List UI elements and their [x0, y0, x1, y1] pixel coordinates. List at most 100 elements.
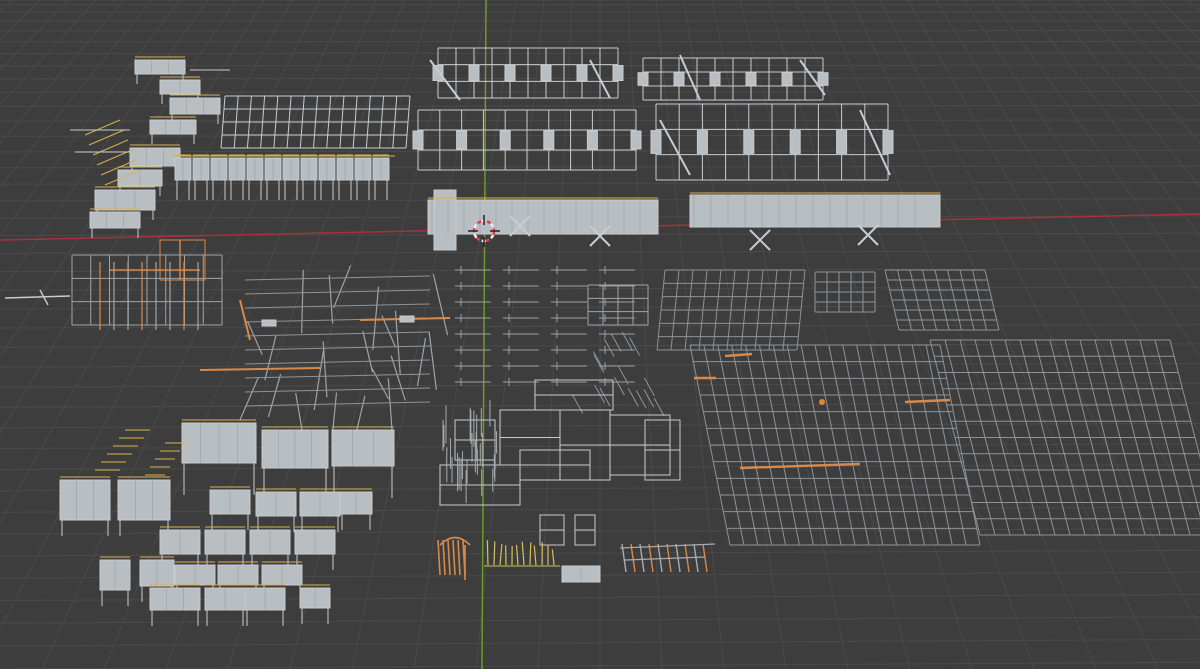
pipe-run [657, 543, 663, 573]
pipe-run [199, 367, 321, 371]
grid-line [1131, 0, 1200, 72]
pipe-run [301, 269, 304, 334]
support [613, 376, 625, 396]
pipe-run [416, 337, 427, 387]
pipe-run [428, 332, 437, 390]
rail-post [551, 549, 555, 566]
column-cap [499, 130, 511, 150]
pipe-run [624, 556, 706, 561]
platform-deck [149, 119, 197, 135]
platform-deck [169, 97, 221, 115]
pipe-run [244, 289, 431, 295]
grid-line [0, 0, 41, 41]
grid-line [795, 0, 1035, 669]
platform-deck [94, 189, 156, 211]
valve [399, 315, 415, 323]
grid-line [963, 0, 1200, 359]
support [572, 395, 584, 414]
rail-post [529, 542, 532, 566]
platform-deck [134, 59, 186, 75]
column-cap [882, 130, 894, 154]
column-cap [576, 65, 588, 81]
grid-line [879, 0, 1200, 631]
pipe-run [432, 274, 449, 336]
column-cap [817, 72, 829, 86]
grid-line [0, 0, 97, 106]
walkway-deck [433, 189, 457, 251]
grid-line [1159, 0, 1200, 41]
grid-line [907, 0, 1200, 524]
pipe-run [452, 539, 456, 576]
pipe-run [437, 539, 441, 576]
grid-line [823, 0, 1097, 669]
column-cap [745, 72, 757, 86]
grid-line [0, 0, 69, 72]
walkway-deck [689, 194, 941, 228]
platform-deck [129, 147, 181, 167]
column-cap [543, 130, 555, 150]
pipe-run [630, 543, 636, 573]
pipe-run [442, 539, 446, 576]
pipe-run [244, 359, 431, 365]
support [603, 338, 615, 357]
pipe-run [702, 543, 708, 573]
column-cap [540, 65, 552, 81]
column-cap [637, 72, 649, 86]
grid-line [0, 0, 13, 12]
pipe-run [244, 331, 431, 337]
pipe-run [267, 373, 282, 418]
pipe-run [904, 398, 951, 404]
grid-line [851, 0, 1159, 669]
pipe-run [648, 543, 654, 573]
rail-post [486, 540, 489, 566]
column-cap [743, 130, 755, 154]
support [593, 351, 604, 370]
walkway-deck [427, 199, 659, 235]
column-cap [836, 130, 848, 154]
grid-line [1047, 0, 1200, 188]
column-cap [709, 72, 721, 86]
platform-deck [149, 587, 201, 611]
pipe-run [313, 347, 325, 411]
grid-line [1019, 0, 1200, 237]
3d-viewport[interactable] [0, 0, 1200, 669]
grid-line [935, 0, 1200, 434]
stair-stringer [92, 139, 129, 156]
grating-grids-right[interactable] [656, 269, 1200, 546]
highlight-point [819, 399, 825, 405]
column-cap [586, 130, 598, 150]
viewport-scene[interactable] [0, 0, 1200, 669]
support [629, 337, 641, 356]
column-cap [468, 65, 480, 81]
stair-stringer [84, 119, 121, 136]
pipe-run [264, 335, 277, 381]
support [610, 333, 622, 352]
pipe-run [693, 543, 699, 573]
pipe-run [244, 373, 431, 379]
column-cap [781, 72, 793, 86]
pipe-run [239, 376, 260, 420]
column-cap [696, 130, 708, 154]
column-cap [630, 130, 642, 150]
pipe-run [372, 286, 380, 350]
rail-post [533, 545, 537, 566]
stairs-platforms-top-left[interactable] [70, 56, 230, 238]
pipe-run [244, 275, 431, 281]
column-cap [650, 130, 662, 154]
column-cap [504, 65, 516, 81]
column-cap [412, 130, 424, 150]
valve [261, 319, 277, 327]
rail-post [515, 544, 519, 566]
rail-post [493, 541, 496, 566]
pipe-run [639, 543, 645, 573]
pipe-run [333, 265, 352, 309]
pipe-bend [439, 536, 471, 546]
platform-deck [331, 429, 395, 467]
platform-modules-bottom-left[interactable] [59, 419, 395, 626]
support [653, 397, 665, 417]
platform-deck [59, 479, 111, 521]
grid-line [1187, 0, 1200, 12]
pipe-run [370, 367, 390, 400]
support [621, 331, 633, 351]
column-cap [432, 65, 444, 81]
